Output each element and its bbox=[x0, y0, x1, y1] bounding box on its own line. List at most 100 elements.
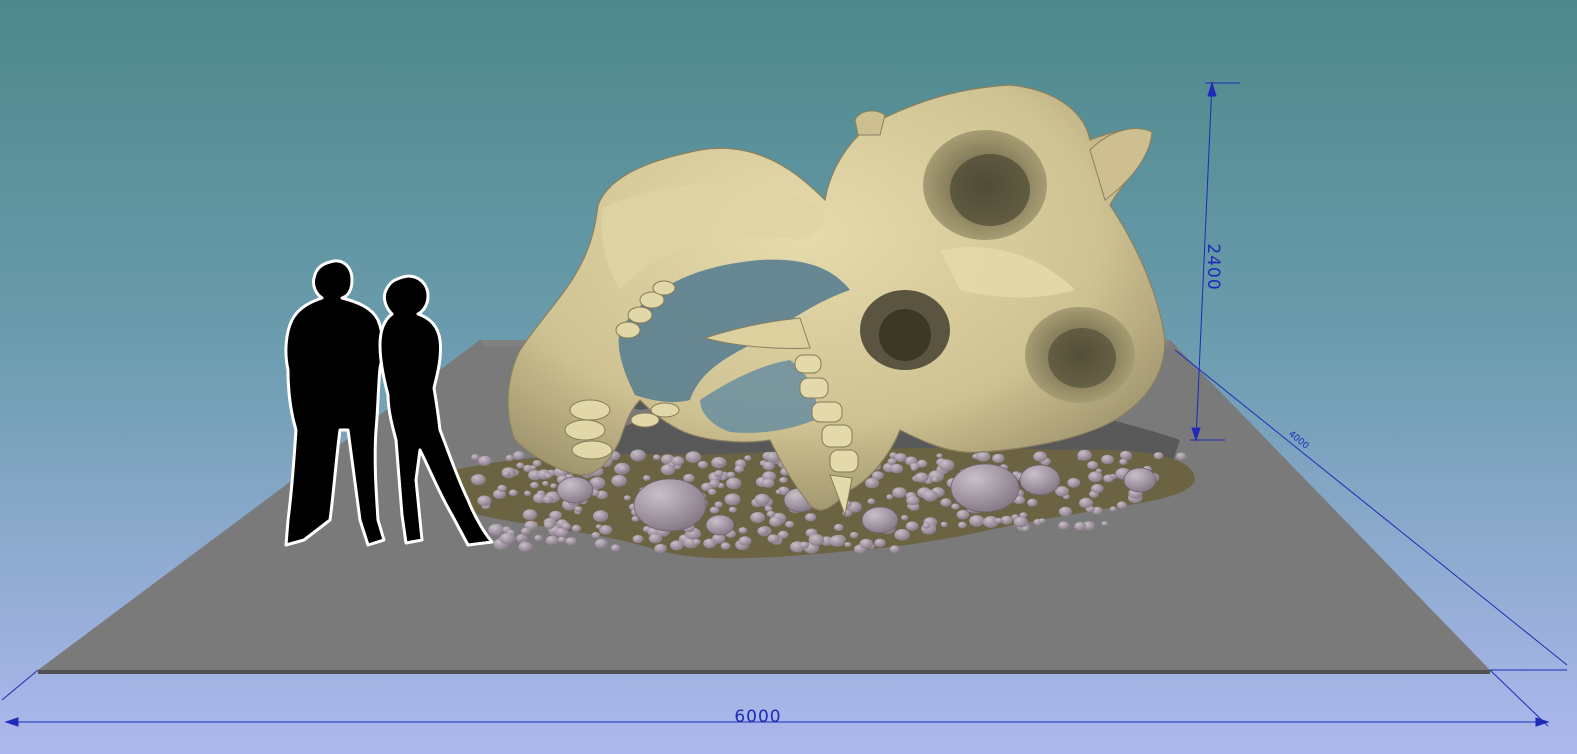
pebble bbox=[901, 515, 909, 521]
pebble bbox=[865, 477, 880, 489]
pebble bbox=[610, 544, 621, 552]
pebble bbox=[497, 484, 507, 492]
pebble bbox=[623, 495, 631, 501]
pebble bbox=[757, 526, 769, 536]
pebble bbox=[591, 531, 601, 539]
pebble bbox=[477, 495, 492, 507]
pebble bbox=[805, 513, 817, 522]
boulder bbox=[1019, 464, 1061, 496]
pebble bbox=[1087, 461, 1099, 470]
pebble bbox=[1109, 506, 1117, 512]
pebble bbox=[738, 527, 748, 534]
pebble bbox=[630, 449, 646, 462]
pebble bbox=[561, 522, 571, 531]
pebble bbox=[867, 498, 876, 505]
pebble bbox=[642, 475, 651, 481]
pebble bbox=[808, 534, 825, 546]
pebble bbox=[992, 453, 1005, 463]
pebble bbox=[692, 539, 701, 545]
pebble bbox=[592, 510, 609, 522]
pebble bbox=[671, 456, 685, 466]
pebble bbox=[744, 455, 752, 461]
pebble bbox=[1153, 452, 1164, 460]
pebble bbox=[543, 520, 555, 530]
pebble bbox=[471, 454, 480, 461]
pebble bbox=[976, 451, 991, 462]
boulder bbox=[861, 506, 899, 534]
pebble bbox=[833, 523, 844, 532]
pebble bbox=[508, 489, 518, 497]
pebble bbox=[726, 471, 736, 479]
pebble bbox=[914, 472, 929, 483]
pebble bbox=[654, 543, 667, 554]
pebble bbox=[738, 536, 752, 546]
pebble bbox=[1095, 468, 1102, 474]
boulder bbox=[633, 478, 707, 532]
pebble bbox=[995, 517, 1003, 524]
pebble bbox=[754, 493, 770, 506]
pebble bbox=[1176, 452, 1187, 461]
scene-canvas: 6000 2400 4000 bbox=[0, 0, 1577, 754]
pebble bbox=[574, 506, 583, 512]
pebble bbox=[799, 541, 810, 549]
pebble bbox=[505, 454, 514, 462]
pebble bbox=[887, 458, 897, 465]
pebble bbox=[940, 498, 952, 507]
pebble bbox=[709, 506, 720, 514]
boulder bbox=[1123, 467, 1157, 493]
pebble bbox=[1027, 498, 1038, 507]
pebble bbox=[478, 455, 492, 466]
pebble bbox=[513, 451, 525, 460]
pebble bbox=[524, 490, 532, 496]
pebble bbox=[488, 523, 505, 536]
pebble bbox=[1119, 458, 1128, 465]
pebble bbox=[726, 477, 742, 490]
pebble bbox=[545, 535, 559, 546]
pebble bbox=[571, 524, 582, 533]
pebble bbox=[769, 516, 783, 527]
pebble bbox=[611, 474, 627, 487]
pebble bbox=[728, 506, 737, 513]
pebble bbox=[471, 474, 486, 486]
pebble bbox=[951, 503, 960, 510]
pebble bbox=[697, 460, 709, 469]
pebble bbox=[938, 459, 955, 472]
pebble bbox=[542, 481, 549, 486]
pebble bbox=[724, 493, 741, 506]
pebble bbox=[1120, 450, 1132, 460]
pebble bbox=[550, 483, 557, 489]
pebble bbox=[906, 495, 920, 506]
pebble bbox=[958, 521, 967, 529]
pebble bbox=[762, 478, 775, 488]
pebble bbox=[617, 464, 629, 474]
pebble bbox=[764, 505, 773, 512]
pebble bbox=[969, 515, 985, 527]
pebble bbox=[894, 529, 910, 541]
pebble bbox=[714, 470, 724, 478]
pebble bbox=[859, 538, 873, 549]
boulder bbox=[705, 514, 735, 536]
pebble bbox=[1103, 474, 1114, 483]
pebble bbox=[922, 522, 931, 529]
pebble bbox=[594, 538, 608, 549]
pebble bbox=[502, 471, 511, 477]
pebble bbox=[660, 464, 676, 476]
pebble bbox=[905, 521, 919, 531]
pebble bbox=[516, 462, 525, 469]
pebble bbox=[648, 533, 663, 544]
pebble bbox=[717, 460, 725, 466]
pebble bbox=[766, 510, 776, 518]
pebble bbox=[1038, 518, 1046, 524]
pebble bbox=[557, 536, 567, 543]
pebble bbox=[844, 542, 852, 548]
pebble bbox=[1013, 516, 1028, 528]
pebble bbox=[956, 509, 970, 520]
pebble bbox=[931, 476, 939, 483]
pebble bbox=[874, 538, 886, 548]
pebble bbox=[714, 501, 723, 508]
boulder bbox=[950, 463, 1020, 513]
pebble bbox=[829, 535, 846, 547]
pebble bbox=[762, 461, 775, 471]
render-viewport: 6000 2400 4000 bbox=[0, 0, 1577, 754]
pebble bbox=[1101, 521, 1109, 526]
